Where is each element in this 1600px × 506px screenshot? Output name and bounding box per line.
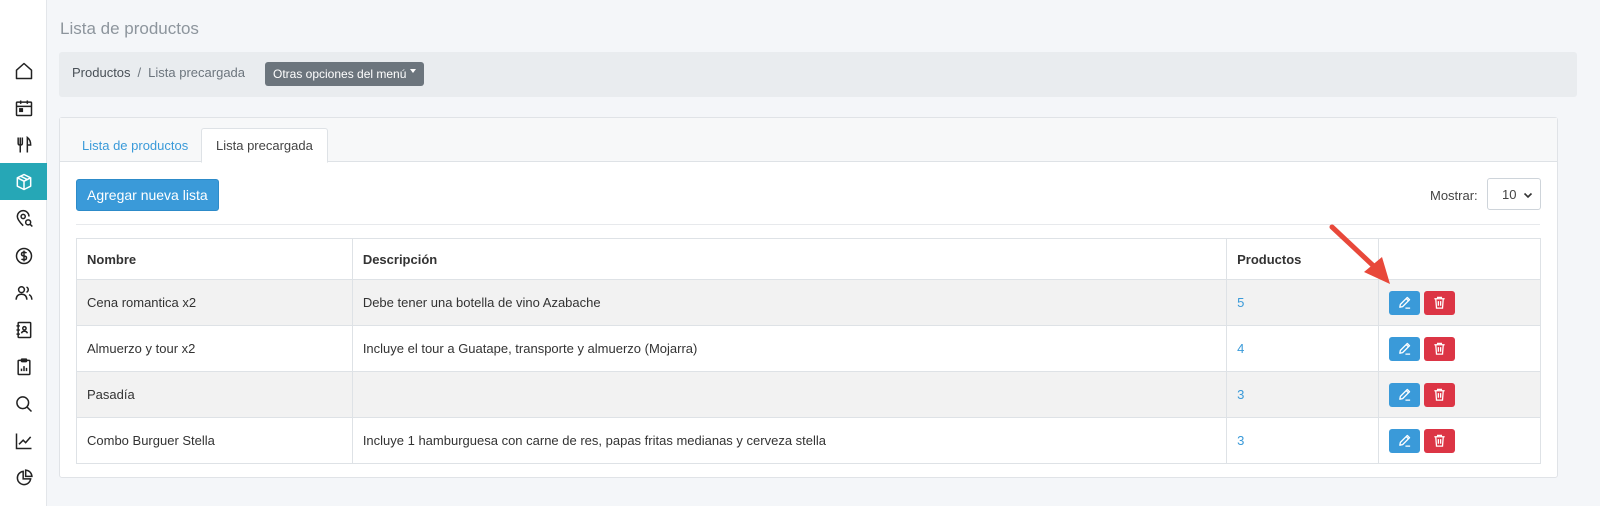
- utensils-icon: [16, 135, 31, 152]
- table-header-row: Nombre Descripción Productos: [76, 238, 1541, 280]
- cell-name: Pasadía: [76, 371, 353, 418]
- sidebar-item-users[interactable]: [0, 274, 47, 311]
- cell-name: Almuerzo y tour x2: [76, 325, 353, 372]
- edit-button[interactable]: [1389, 428, 1421, 453]
- cell-name: Cena romantica x2: [76, 279, 353, 326]
- lists-table: Nombre Descripción Productos Cena romant…: [76, 238, 1541, 464]
- delete-button[interactable]: [1424, 428, 1456, 453]
- sidebar-item-home[interactable]: [0, 52, 47, 89]
- sidebar-item-contacts[interactable]: [0, 311, 47, 348]
- sidebar-item-search[interactable]: [0, 385, 47, 422]
- table-row: Pasadía 3: [76, 371, 1541, 418]
- page-title: Lista de productos: [60, 19, 199, 38]
- breadcrumb: Productos / Lista precargada: [72, 65, 245, 80]
- delete-button[interactable]: [1424, 336, 1456, 361]
- users-icon: [14, 285, 33, 300]
- trash-icon: [1434, 296, 1445, 309]
- sidebar-item-products[interactable]: [0, 163, 47, 200]
- pie-chart-icon: [16, 468, 33, 485]
- edit-button[interactable]: [1389, 290, 1421, 315]
- sidebar: [0, 0, 47, 506]
- cell-product-count-link[interactable]: 3: [1226, 417, 1380, 464]
- pencil-icon: [1399, 342, 1411, 355]
- breadcrumb-root[interactable]: Productos: [72, 65, 131, 80]
- add-new-list-button[interactable]: Agregar nueva lista: [76, 179, 219, 211]
- chevron-down-icon: [1523, 192, 1533, 199]
- content-card: Lista de productos Lista precargada Agre…: [59, 117, 1558, 478]
- pencil-icon: [1399, 296, 1411, 309]
- show-label: Mostrar:: [1430, 188, 1478, 203]
- cell-description: Debe tener una botella de vino Azabache: [351, 279, 1228, 326]
- column-header-products[interactable]: Productos: [1226, 238, 1380, 280]
- table-row: Combo Burguer Stella Incluye 1 hamburgue…: [76, 417, 1541, 464]
- main-content: Lista de productos Productos / Lista preca…: [47, 0, 1600, 506]
- cell-actions: [1378, 325, 1541, 372]
- cell-description: Incluye el tour a Guatape, transporte y …: [351, 325, 1228, 372]
- cell-product-count-link[interactable]: 4: [1226, 325, 1380, 372]
- box-icon: [16, 173, 31, 190]
- cell-description: [351, 371, 1228, 418]
- sidebar-item-finance[interactable]: [0, 237, 47, 274]
- table-row: Almuerzo y tour x2 Incluye el tour a Gua…: [76, 325, 1541, 372]
- trash-icon: [1434, 434, 1445, 447]
- location-search-icon: [16, 209, 33, 227]
- column-header-actions: [1378, 238, 1541, 280]
- edit-button[interactable]: [1389, 382, 1421, 407]
- breadcrumb-separator: /: [137, 65, 142, 80]
- sidebar-item-restaurant[interactable]: [0, 126, 47, 163]
- line-chart-icon: [15, 433, 31, 449]
- column-header-name[interactable]: Nombre: [76, 238, 353, 280]
- calendar-icon: [15, 100, 32, 116]
- show-entries-value: 10: [1502, 186, 1517, 202]
- sidebar-item-reports[interactable]: [0, 348, 47, 385]
- cell-description: Incluye 1 hamburguesa con carne de res, …: [351, 417, 1228, 464]
- delete-button[interactable]: [1424, 382, 1456, 407]
- trash-icon: [1434, 388, 1445, 401]
- tab-preloaded-list[interactable]: Lista precargada: [201, 128, 328, 163]
- contacts-book-icon: [16, 321, 31, 338]
- cell-actions: [1378, 279, 1541, 326]
- cell-product-count-link[interactable]: 3: [1226, 371, 1380, 418]
- column-header-description[interactable]: Descripción: [351, 238, 1228, 280]
- sidebar-item-locations[interactable]: [0, 200, 47, 237]
- delete-button[interactable]: [1424, 290, 1456, 315]
- caret-down-icon: [410, 69, 417, 73]
- other-menu-options-label: Otras opciones del menú: [273, 67, 407, 81]
- tab-product-list[interactable]: Lista de productos: [68, 128, 202, 162]
- cell-name: Combo Burguer Stella: [76, 417, 353, 464]
- cell-actions: [1378, 371, 1541, 418]
- cell-actions: [1378, 417, 1541, 464]
- breadcrumb-current: Lista precargada: [148, 65, 246, 80]
- dollar-icon: [15, 247, 32, 264]
- table-row: Cena romantica x2 Debe tener una botella…: [76, 279, 1541, 326]
- sidebar-item-analytics[interactable]: [0, 459, 47, 496]
- show-entries-select[interactable]: 10: [1487, 178, 1541, 210]
- pencil-icon: [1399, 434, 1411, 447]
- trash-icon: [1434, 342, 1445, 355]
- cell-product-count-link[interactable]: 5: [1226, 279, 1380, 326]
- home-icon: [15, 62, 32, 79]
- other-menu-options-button[interactable]: Otras opciones del menú: [265, 62, 425, 86]
- pencil-icon: [1399, 388, 1411, 401]
- sidebar-item-calendar[interactable]: [0, 89, 47, 126]
- clipboard-icon: [16, 357, 31, 375]
- sidebar-item-statistics[interactable]: [0, 422, 47, 459]
- tabs-bar: Lista de productos Lista precargada: [60, 118, 1557, 163]
- divider: [76, 224, 1540, 225]
- breadcrumb-bar: Productos / Lista precargada Otras opcione…: [59, 52, 1577, 97]
- search-icon: [15, 395, 32, 412]
- edit-button[interactable]: [1389, 336, 1421, 361]
